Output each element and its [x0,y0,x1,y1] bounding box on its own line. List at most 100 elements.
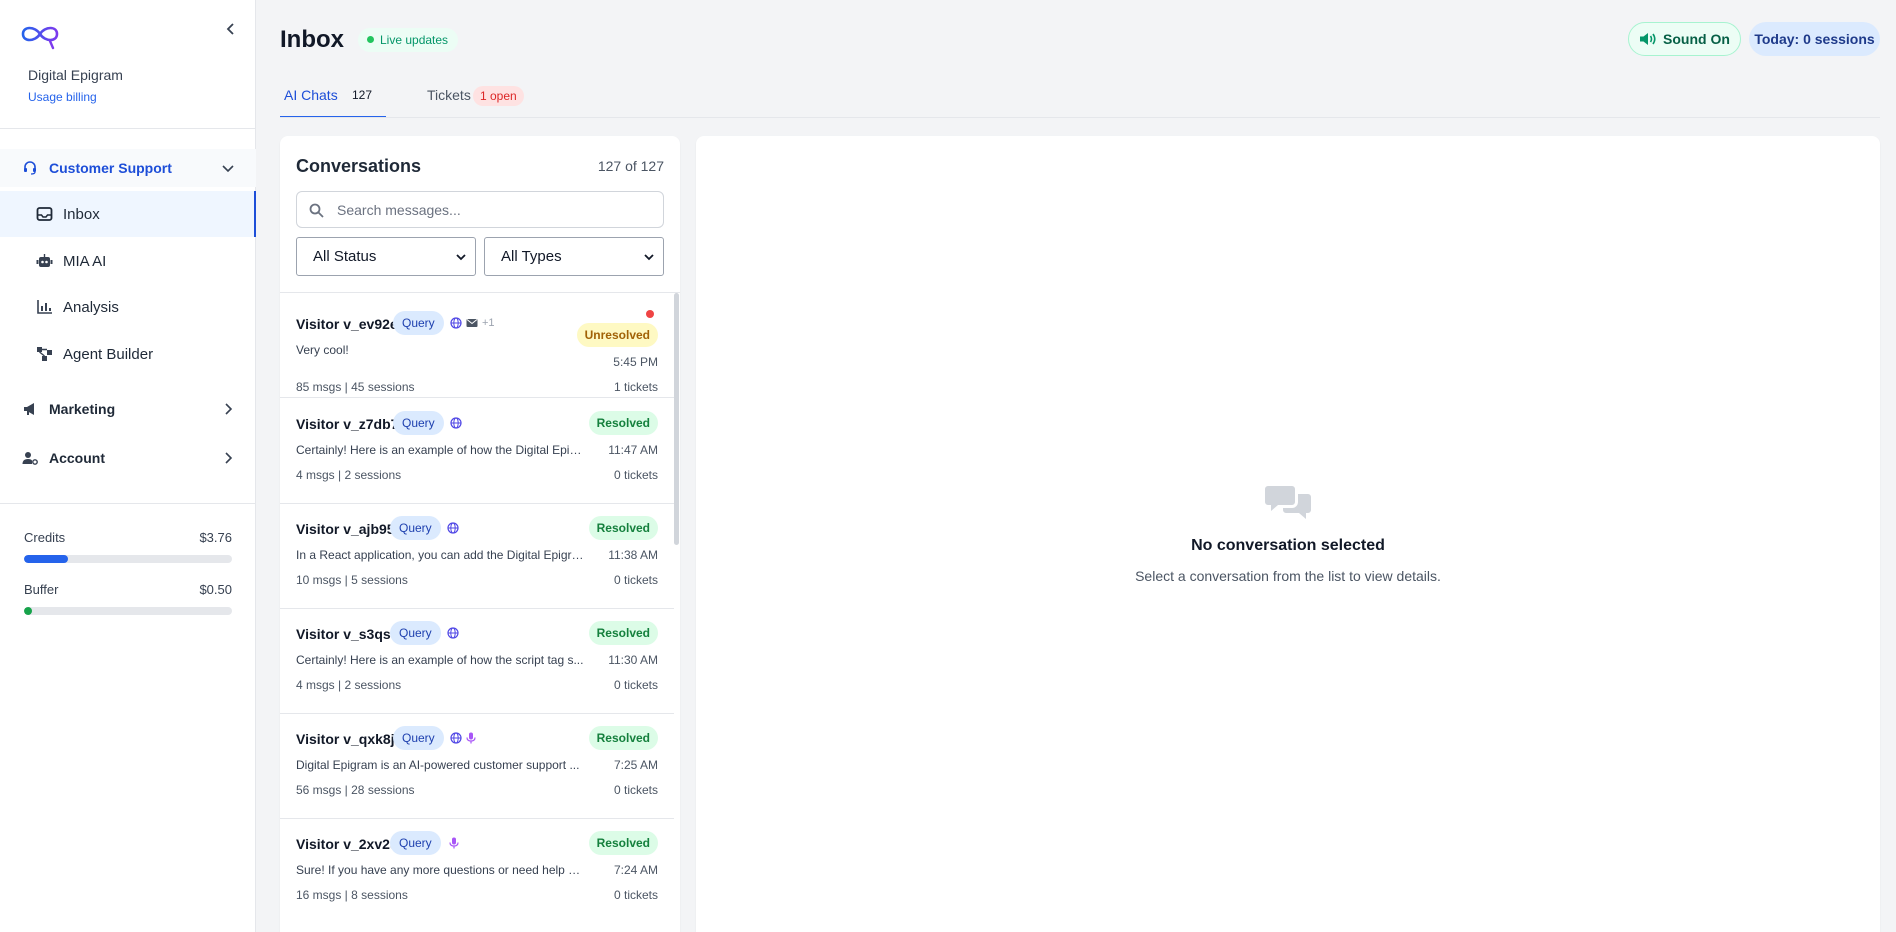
query-badge: Query [393,411,444,435]
message-preview: Very cool! [296,343,349,357]
conversations-title: Conversations [296,156,422,176]
type-filter-value: All Types [501,248,562,265]
nav-group-label: Marketing [49,401,116,417]
user-cog-icon [22,452,38,465]
visitor-name: Visitor v_z7db74 [296,416,407,432]
buffer-bar-fill [24,607,33,615]
page-title: Inbox [280,26,344,53]
message-time: 7:25 AM [613,758,658,772]
tickets-count: 0 tickets [613,783,658,797]
credits-value: $3.76 [199,530,232,545]
conversation-detail-panel: No conversation selected Select a conver… [696,136,1880,932]
volume-icon [1640,33,1656,45]
conversation-row[interactable]: Visitor v_qxk8jm Query Resolved Digital … [280,714,674,819]
conversation-meta: 16 msgs | 8 sessions [296,888,408,902]
message-time: 11:47 AM [608,443,658,457]
sidebar-item-analysis[interactable]: Analysis [0,284,256,330]
status-badge: Unresolved [576,323,658,347]
nav-group-marketing[interactable]: Marketing [0,390,256,428]
status-badge: Resolved [588,516,658,540]
channel-icons [450,417,462,429]
status-badge: Resolved [588,726,658,750]
live-dot-icon [367,36,374,43]
sound-button-label: Sound On [1663,31,1730,47]
channel-icons: +1 [450,317,495,329]
today-sessions-button[interactable]: Today: 0 sessions [1749,22,1880,56]
tabs-divider [280,117,1880,118]
sound-toggle-button[interactable]: Sound On [1628,22,1741,56]
message-preview: Certainly! Here is an example of how the… [296,653,584,667]
sidebar-item-label: MIA AI [63,252,107,270]
conversation-meta: 85 msgs | 45 sessions [296,380,415,394]
buffer-bar [24,607,232,615]
sidebar-item-label: Agent Builder [63,345,154,363]
search-box [296,191,664,228]
conversation-row[interactable]: Visitor v_2xv2d8 Query Resolved Sure! If… [280,819,674,924]
message-time: 11:38 AM [608,548,658,562]
tab-label: Tickets [427,87,471,103]
collapse-sidebar-button[interactable] [220,18,242,40]
live-updates-badge: Live updates [358,28,459,52]
sidebar: Digital Epigram Usage billing Customer S… [0,0,256,932]
unread-indicator [646,310,654,318]
org-name: Digital Epigram [28,67,123,83]
chevron-left-icon [226,23,234,35]
nav-group-label: Account [49,450,105,466]
main-content: Inbox Live updates Sound On Today: 0 ses… [256,0,1896,932]
globe-icon [447,627,459,639]
status-badge: Resolved [588,411,658,435]
message-time: 7:24 AM [613,863,658,877]
chevron-right-icon [225,452,233,464]
globe-icon [450,732,462,744]
conversation-meta: 56 msgs | 28 sessions [296,783,415,797]
divider [0,128,256,129]
list-scrollbar[interactable] [674,293,679,545]
message-preview: Certainly! Here is an example of how the… [296,443,586,457]
query-badge: Query [390,831,441,855]
robot-icon [36,254,53,267]
empty-state-title: No conversation selected [1191,537,1385,554]
search-icon [309,203,324,218]
megaphone-icon [24,403,34,415]
globe-icon [447,522,459,534]
globe-icon [450,317,462,329]
tab-label: AI Chats [284,87,338,103]
status-filter-select[interactable]: All Status [296,237,476,276]
chevron-down-icon [644,254,654,261]
usage-billing-link[interactable]: Usage billing [28,90,97,104]
query-badge: Query [393,311,444,335]
conversation-row[interactable]: Visitor v_z7db74 Query Resolved Certainl… [280,399,674,504]
conversation-list[interactable]: Visitor v_ev92eg Query +1 Unresolved Ver… [280,292,680,932]
conversation-meta: 4 msgs | 2 sessions [296,678,402,692]
visitor-name: Visitor v_qxk8jm [296,731,408,747]
chevron-down-icon [222,165,234,173]
tickets-count: 0 tickets [613,468,658,482]
sidebar-item-label: Inbox [63,205,100,223]
tab-tickets[interactable]: Tickets 1 open [422,76,532,118]
credits-label: Credits [24,530,66,545]
conversation-row[interactable]: Visitor v_s3qs8a Query Resolved Certainl… [280,609,674,714]
sidebar-item-inbox[interactable]: Inbox [0,191,256,237]
sidebar-item-mia-ai[interactable]: MIA AI [0,238,256,284]
mic-icon [466,732,476,744]
status-badge: Resolved [588,621,658,645]
conversations-panel: Conversations 127 of 127 All Status All … [280,136,680,932]
credits-bar-fill [24,555,68,563]
type-filter-select[interactable]: All Types [484,237,664,276]
search-input[interactable] [337,192,657,227]
sidebar-item-agent-builder[interactable]: Agent Builder [0,331,256,377]
workflow-icon [37,347,52,361]
tab-ai-chats[interactable]: AI Chats 127 [280,76,386,118]
conversation-row[interactable]: Visitor v_ev92eg Query +1 Unresolved Ver… [280,293,674,398]
buffer-row: Buffer $0.50 [24,582,232,597]
tickets-count: 1 tickets [613,380,658,394]
mic-icon [449,837,459,849]
message-preview: Digital Epigram is an AI-powered custome… [296,758,580,772]
nav-group-account[interactable]: Account [0,439,256,477]
nav-group-customer-support[interactable]: Customer Support [0,149,256,187]
conversation-meta: 10 msgs | 5 sessions [296,573,408,587]
headset-icon [24,161,36,175]
conversation-row[interactable]: Visitor v_ajb95p Query Resolved In a Rea… [280,504,674,609]
conversation-meta: 4 msgs | 2 sessions [296,468,402,482]
channel-icons [447,522,459,534]
